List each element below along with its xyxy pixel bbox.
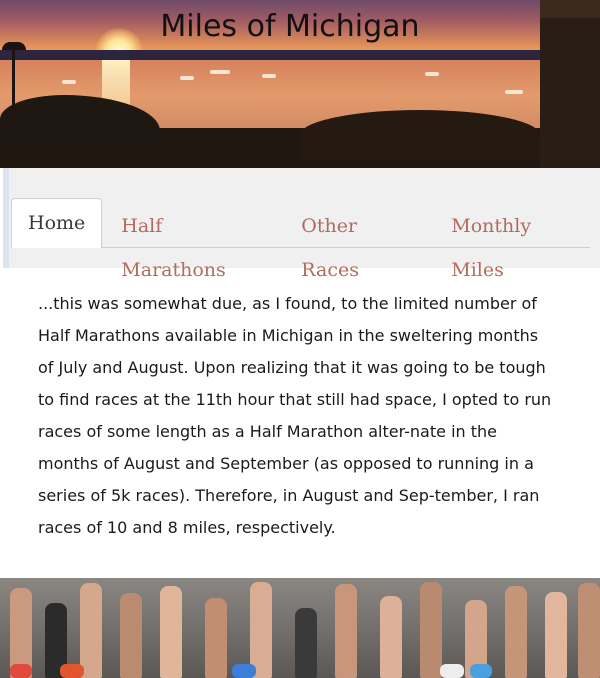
boat-image (262, 74, 276, 78)
tab-half-marathons[interactable]: Half Marathons (102, 204, 282, 281)
content-paragraph: ...this was somewhat due, as I found, to… (38, 294, 552, 537)
runner-shoe (232, 664, 256, 678)
runners-image (0, 578, 600, 678)
runner-leg (420, 582, 442, 678)
runner-shoe (10, 664, 32, 678)
tab-home[interactable]: Home (11, 198, 103, 248)
runner-leg (205, 598, 227, 678)
runner-leg (545, 592, 567, 678)
nav-tabs: Home Half Marathons Other Races Monthly … (11, 198, 600, 281)
bushes-silhouette (300, 110, 540, 160)
boat-image (62, 80, 76, 84)
header-banner: Miles of Michigan (0, 0, 600, 168)
tab-monthly-miles[interactable]: Monthly Miles (432, 204, 600, 281)
runner-leg (250, 582, 272, 678)
runner-leg (335, 584, 357, 678)
runner-leg (80, 583, 102, 678)
boat-image (180, 76, 194, 80)
boat-image (425, 72, 439, 76)
runner-leg (160, 586, 182, 678)
boat-image (210, 70, 230, 74)
runner-leg (380, 596, 402, 678)
runner-leg (295, 608, 317, 678)
tab-other-races[interactable]: Other Races (282, 204, 432, 281)
runner-leg (505, 586, 527, 678)
runner-leg (578, 583, 600, 678)
runner-shoe (440, 664, 464, 678)
nav-area: Home Half Marathons Other Races Monthly … (0, 168, 600, 281)
boat-image (505, 90, 523, 94)
lamp-post (12, 46, 15, 116)
runner-leg (120, 593, 142, 678)
runner-shoe (60, 664, 84, 678)
site-title: Miles of Michigan (160, 9, 420, 44)
runner-shoe (470, 664, 492, 678)
main-content: ...this was somewhat due, as I found, to… (38, 288, 558, 544)
